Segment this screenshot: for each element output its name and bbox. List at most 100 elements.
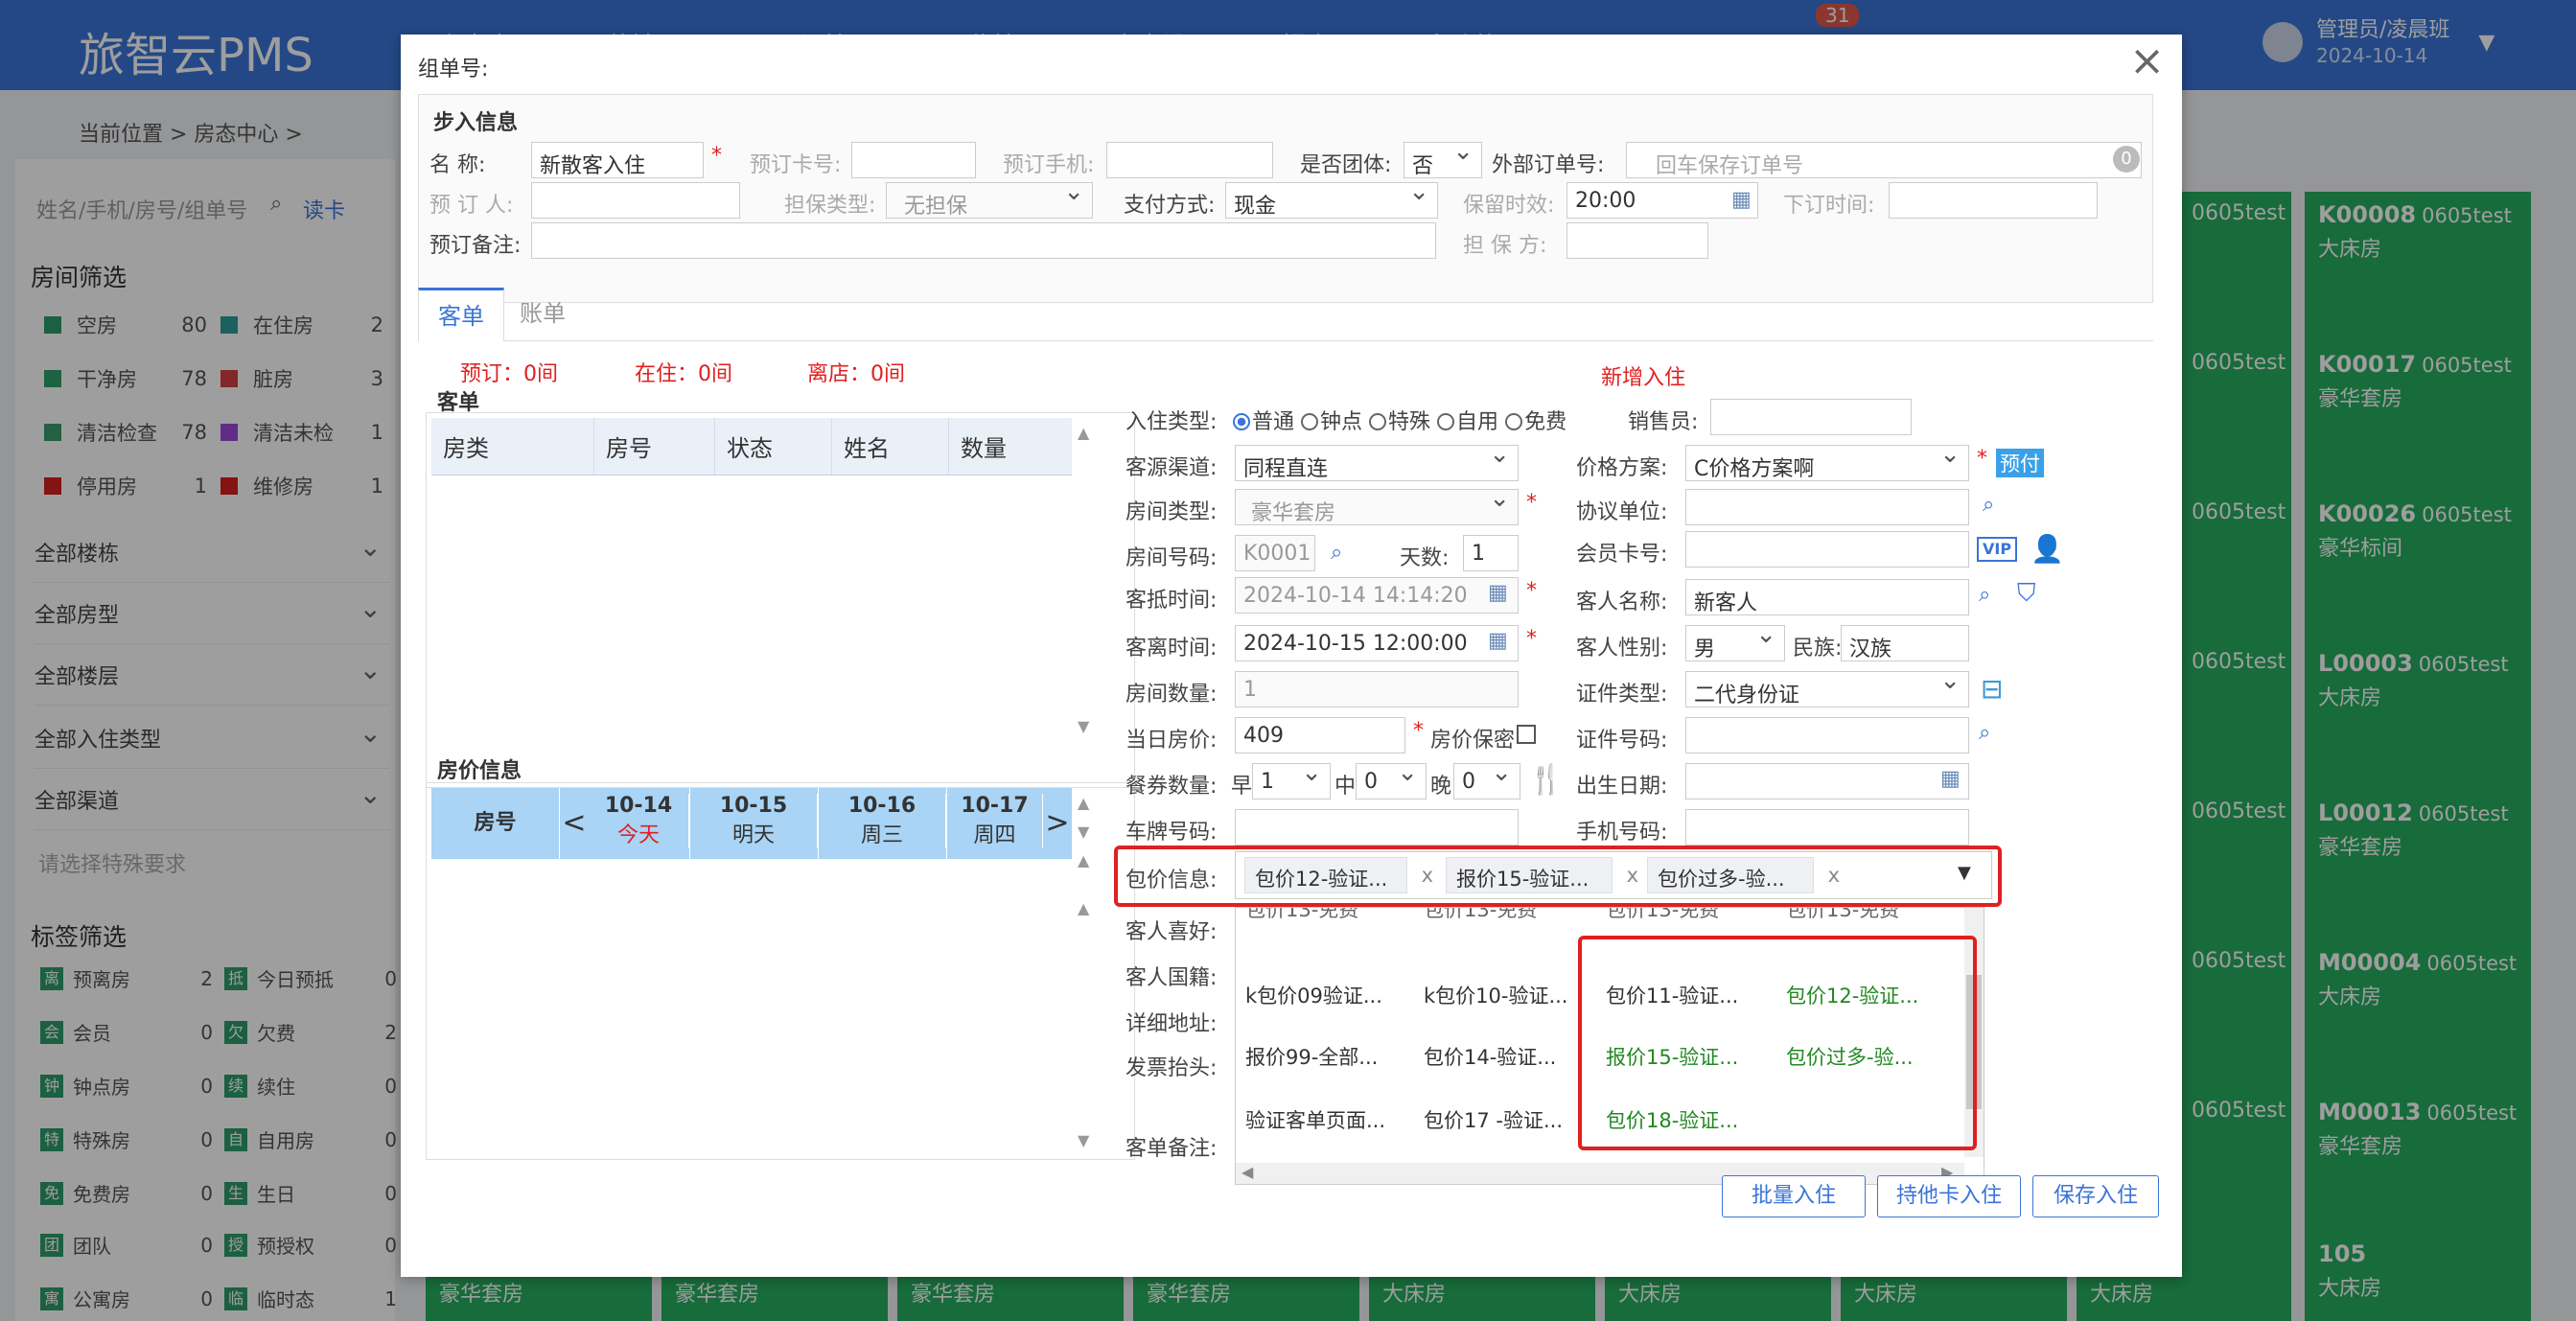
booking-card-input[interactable]: [851, 142, 976, 178]
meal-lunch-select[interactable]: 0: [1356, 763, 1427, 800]
secret-label: 房价保密: [1430, 729, 1516, 753]
radio-free[interactable]: 免费: [1505, 410, 1566, 434]
guest-name-input[interactable]: 新客人: [1685, 579, 1969, 615]
mobile-input[interactable]: [1685, 809, 1969, 846]
radio-self[interactable]: 自用: [1437, 410, 1498, 434]
scroll-down-icon[interactable]: ▼: [1078, 823, 1089, 841]
tab-guest[interactable]: 客单: [418, 288, 504, 341]
remove-chip-icon[interactable]: x: [1422, 864, 1433, 887]
arrive-input[interactable]: 2024-10-14 14:14:20: [1235, 577, 1519, 614]
dropdown-option[interactable]: 包价13-免费: [1786, 908, 1899, 923]
add-user-icon[interactable]: 👤: [2031, 533, 2064, 565]
search-icon[interactable]: ⌕: [1979, 721, 1990, 745]
col-header[interactable]: 房类: [431, 418, 594, 475]
member-input[interactable]: [1685, 531, 1969, 568]
calendar-icon[interactable]: ▦: [1940, 767, 1961, 791]
meal-icon[interactable]: 🍴: [1528, 763, 1564, 797]
col-header[interactable]: 数量: [949, 418, 1072, 475]
new-checkin-title: 新增入住: [1601, 366, 1686, 390]
col-header[interactable]: 状态: [715, 418, 832, 475]
order-time-input[interactable]: [1889, 182, 2098, 219]
radio-special[interactable]: 特殊: [1369, 410, 1430, 434]
remark-input[interactable]: [531, 222, 1436, 259]
scroll-left-icon[interactable]: ◀: [1242, 1163, 1253, 1181]
roomno-input[interactable]: K0001: [1235, 535, 1315, 571]
remove-chip-icon[interactable]: x: [1828, 864, 1840, 887]
search-icon[interactable]: ⌕: [1331, 541, 1342, 565]
package-chip[interactable]: 包价12-验证... x: [1244, 857, 1433, 893]
rate-col-date[interactable]: 10-14 今天: [589, 788, 690, 859]
search-icon[interactable]: ⌕: [1979, 583, 1990, 607]
next-date-button[interactable]: >: [1043, 788, 1072, 859]
other-card-checkin-button[interactable]: 持他卡入住: [1877, 1175, 2021, 1217]
secret-checkbox[interactable]: [1517, 725, 1536, 744]
col-header[interactable]: 房号: [594, 418, 715, 475]
pay-select[interactable]: 现金: [1225, 182, 1438, 219]
idno-input[interactable]: [1685, 717, 1969, 753]
dropdown-option[interactable]: 包价13-免费: [1245, 908, 1358, 923]
dropdown-option[interactable]: 包价13-免费: [1606, 908, 1719, 923]
calendar-icon[interactable]: ▦: [1731, 188, 1752, 212]
search-icon[interactable]: ⌕: [1983, 493, 1994, 517]
calendar-icon[interactable]: ▦: [1488, 581, 1508, 605]
name-input[interactable]: 新散客入住: [531, 142, 704, 178]
leave-input[interactable]: 2024-10-15 12:00:00: [1235, 625, 1519, 661]
meal-dinner-select[interactable]: 0: [1453, 763, 1520, 800]
roomcount-input[interactable]: 1: [1235, 671, 1519, 707]
agreement-input[interactable]: [1685, 489, 1969, 525]
package-chip[interactable]: 报价15-验证... x: [1446, 857, 1638, 893]
plate-input[interactable]: [1235, 809, 1519, 846]
col-header[interactable]: 姓名: [832, 418, 949, 475]
birth-input[interactable]: [1685, 763, 1969, 800]
radio-hourly[interactable]: 钟点: [1301, 410, 1362, 434]
dropdown-option[interactable]: 验证客单页面...: [1245, 1105, 1385, 1134]
scroll-up-icon[interactable]: ▲: [1078, 851, 1089, 869]
vip-icon[interactable]: VIP: [1977, 537, 2018, 562]
prev-date-button[interactable]: <: [560, 788, 589, 859]
hobby-label: 客人喜好:: [1126, 920, 1218, 944]
rate-col-date[interactable]: 10-17 周四: [947, 788, 1043, 859]
batch-checkin-button[interactable]: 批量入住: [1722, 1175, 1866, 1217]
booker-input[interactable]: [531, 182, 740, 219]
nation-input[interactable]: 汉族: [1841, 625, 1969, 661]
plan-select[interactable]: C价格方案啊: [1685, 445, 1969, 481]
gender-select[interactable]: 男: [1685, 625, 1785, 661]
calendar-icon[interactable]: ▦: [1488, 629, 1508, 653]
days-input[interactable]: 1: [1463, 535, 1519, 571]
id-scan-icon[interactable]: ⊟: [1981, 673, 2003, 705]
prepay-badge[interactable]: 预付: [1996, 449, 2044, 477]
source-select[interactable]: 同程直连: [1235, 445, 1519, 481]
dropdown-option[interactable]: 包价13-免费: [1424, 908, 1537, 923]
close-icon[interactable]: ×: [2129, 40, 2165, 82]
scroll-up-icon[interactable]: ▲: [1078, 794, 1089, 812]
package-chip[interactable]: 包价过多-验... x: [1647, 857, 1840, 893]
scroll-down-icon[interactable]: ▼: [1078, 717, 1089, 735]
sales-input[interactable]: [1710, 399, 1912, 435]
remove-chip-icon[interactable]: x: [1627, 864, 1638, 887]
booking-phone-input[interactable]: [1106, 142, 1273, 178]
dropdown-option[interactable]: k包价10-验证...: [1424, 981, 1568, 1009]
caret-down-icon[interactable]: ▼: [1958, 863, 1971, 883]
dropdown-option[interactable]: 报价99-全部...: [1245, 1042, 1378, 1071]
ext-order-input[interactable]: 回车保存订单号: [1626, 142, 2142, 178]
save-checkin-button[interactable]: 保存入住: [2032, 1175, 2159, 1217]
group-select[interactable]: 否: [1404, 142, 1482, 178]
tab-bill[interactable]: 账单: [500, 288, 585, 341]
dropdown-option[interactable]: 包价14-验证...: [1424, 1042, 1556, 1071]
keep-time-input[interactable]: 20:00: [1566, 182, 1758, 219]
idtype-select[interactable]: 二代身份证: [1685, 671, 1969, 707]
radio-normal[interactable]: 普通: [1233, 410, 1294, 434]
guarantee-type-select[interactable]: 无担保: [886, 182, 1093, 219]
scroll-up-icon[interactable]: ▲: [1078, 899, 1089, 917]
rate-col-date[interactable]: 10-15 明天: [690, 788, 819, 859]
meal-breakfast-select[interactable]: 1: [1252, 763, 1331, 800]
roomtype-select[interactable]: 豪华套房: [1235, 489, 1519, 525]
scroll-down-icon[interactable]: ▼: [1078, 1131, 1089, 1149]
dropdown-option[interactable]: k包价09验证...: [1245, 981, 1382, 1009]
dropdown-option[interactable]: 包价17 -验证...: [1424, 1105, 1563, 1134]
shield-icon[interactable]: ⛉: [2017, 579, 2036, 609]
rate-col-date[interactable]: 10-16 周三: [819, 788, 947, 859]
scroll-up-icon[interactable]: ▲: [1078, 424, 1089, 442]
price-input[interactable]: 409: [1235, 717, 1405, 753]
guarantor-input[interactable]: [1566, 222, 1708, 259]
